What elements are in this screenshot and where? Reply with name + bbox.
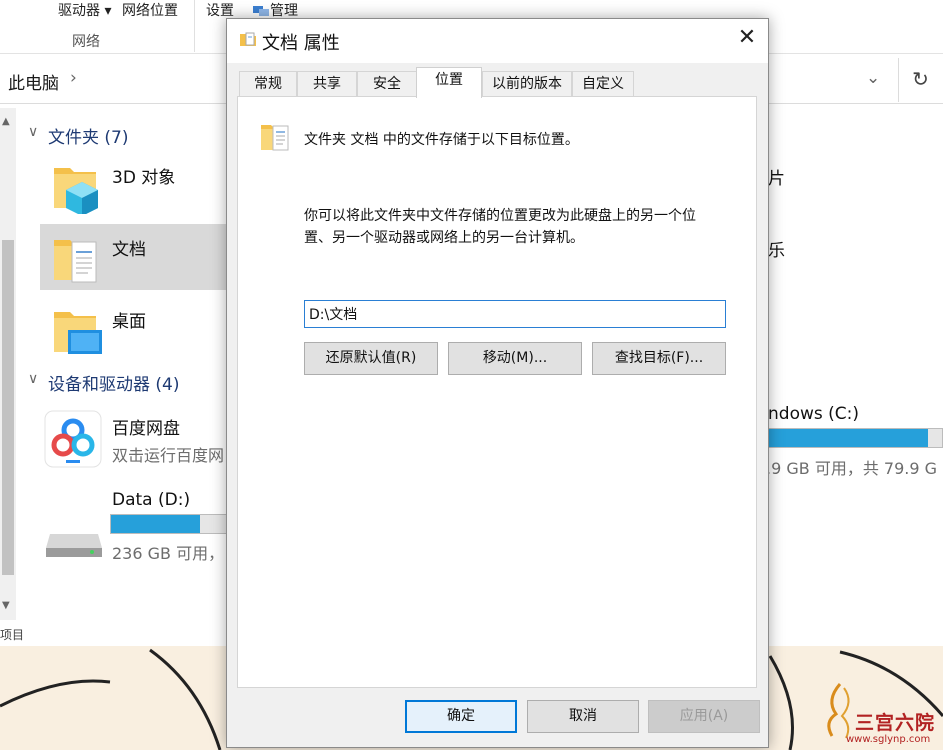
3d-objects-folder-icon [54, 168, 98, 214]
manage-icon [253, 6, 269, 16]
device-subtitle: 双击运行百度网 [112, 446, 225, 465]
phoenix-logo-icon [827, 683, 850, 739]
scroll-up-arrow-icon[interactable]: ▲ [2, 116, 10, 127]
find-target-button[interactable]: 查找目标(F)... [592, 342, 726, 375]
map-drive-button[interactable]: 驱动器 ▾ [58, 0, 111, 20]
manage-button[interactable]: 管理 [252, 0, 298, 20]
tab-security[interactable]: 安全 [357, 71, 417, 97]
cancel-button[interactable]: 取消 [527, 700, 639, 733]
tab-sharing[interactable]: 共享 [297, 71, 357, 97]
status-item-count: 项目 [0, 628, 25, 642]
watermark-name: 三宫六院 [855, 712, 936, 734]
tab-general[interactable]: 常规 [239, 71, 297, 97]
c-drive-label-fragment[interactable]: ndows (C:) [768, 404, 859, 424]
location-tab-panel: 文件夹 文档 中的文件存储于以下目标位置。 你可以将此文件夹中文件存储的位置更改… [237, 96, 757, 688]
location-description-line: 置、另一个驱动器或网络上的另一台计算机。 [304, 230, 584, 246]
collapse-chevron-icon[interactable]: ∨ [28, 371, 38, 387]
refresh-icon[interactable]: ↻ [898, 58, 942, 102]
device-item-baidu-netdisk[interactable]: 百度网盘 双击运行百度网 [40, 404, 226, 474]
baidu-netdisk-icon [44, 410, 102, 468]
address-history-dropdown-icon[interactable]: ⌄ [866, 68, 880, 88]
desktop-folder-icon [54, 312, 102, 354]
location-description: 你可以将此文件夹中文件存储的位置更改为此硬盘上的另一个位 置、另一个驱动器或网络… [304, 205, 744, 249]
apply-button[interactable]: 应用(A) [648, 700, 760, 733]
collapse-chevron-icon[interactable]: ∨ [28, 124, 38, 140]
folder-label: 文档 [112, 240, 146, 260]
settings-button[interactable]: 设置 [206, 0, 234, 20]
folder-item-3d-objects[interactable]: 3D 对象 [40, 152, 226, 218]
dialog-title: 文档 属性 [262, 33, 340, 54]
device-item-data-drive[interactable]: Data (D:) 236 GB 可用， [40, 484, 230, 564]
c-drive-usage-bar [766, 428, 943, 448]
add-network-location-button[interactable]: 网络位置 [122, 0, 178, 20]
ribbon-divider [194, 0, 195, 52]
watermark-url: www.sglynp.com [846, 734, 931, 745]
c-drive-subtitle-fragment: .9 GB 可用，共 79.9 G [766, 459, 938, 478]
device-label: 百度网盘 [112, 419, 180, 439]
properties-dialog: 文档 属性 ✕ 常规 共享 安全 位置 以前的版本 自定义 文件夹 文档 中的文… [226, 18, 769, 748]
location-info-text: 文件夹 文档 中的文件存储于以下目标位置。 [304, 132, 579, 148]
location-path-input[interactable] [304, 300, 726, 328]
folders-group-header[interactable]: 文件夹 (7) [48, 123, 128, 148]
tab-location[interactable]: 位置 [416, 67, 482, 98]
device-label: Data (D:) [112, 490, 191, 510]
scroll-down-arrow-icon[interactable]: ▼ [2, 600, 10, 611]
documents-folder-icon [261, 125, 289, 151]
scrollbar-thumb[interactable] [2, 240, 14, 575]
dialog-titlebar[interactable]: 文档 属性 ✕ [227, 19, 768, 63]
location-description-line: 你可以将此文件夹中文件存储的位置更改为此硬盘上的另一个位 [304, 208, 696, 224]
close-icon[interactable]: ✕ [727, 19, 767, 59]
site-watermark-logo: 三宫六院 www.sglynp.com [822, 680, 942, 748]
hard-drive-icon [46, 534, 102, 557]
folder-label: 桌面 [112, 312, 146, 332]
tab-previous-versions[interactable]: 以前的版本 [482, 71, 572, 97]
music-folder-label-fragment[interactable]: 乐 [768, 236, 785, 261]
folder-item-documents[interactable]: 文档 [40, 224, 226, 290]
address-path[interactable]: 此电脑 [8, 69, 59, 94]
address-chevron-icon[interactable]: › [70, 68, 77, 88]
device-subtitle: 236 GB 可用， [112, 544, 225, 563]
tab-customize[interactable]: 自定义 [572, 71, 634, 97]
devices-group-header[interactable]: 设备和驱动器 (4) [48, 370, 179, 395]
ribbon-group-network-label: 网络 [72, 34, 100, 50]
nav-pane-scrollbar[interactable]: ▲ ▼ [0, 108, 16, 620]
documents-folder-small-icon [240, 32, 256, 46]
c-drive-usage-fill [767, 429, 928, 447]
folder-label: 3D 对象 [112, 168, 176, 188]
restore-default-button[interactable]: 还原默认值(R) [304, 342, 438, 375]
drive-usage-bar [110, 514, 230, 534]
pictures-folder-label-fragment[interactable]: 片 [768, 164, 785, 189]
folder-item-desktop[interactable]: 桌面 [40, 296, 226, 362]
documents-folder-icon [54, 240, 97, 283]
drive-usage-fill [111, 515, 200, 533]
ok-button[interactable]: 确定 [405, 700, 517, 733]
move-button[interactable]: 移动(M)... [448, 342, 582, 375]
